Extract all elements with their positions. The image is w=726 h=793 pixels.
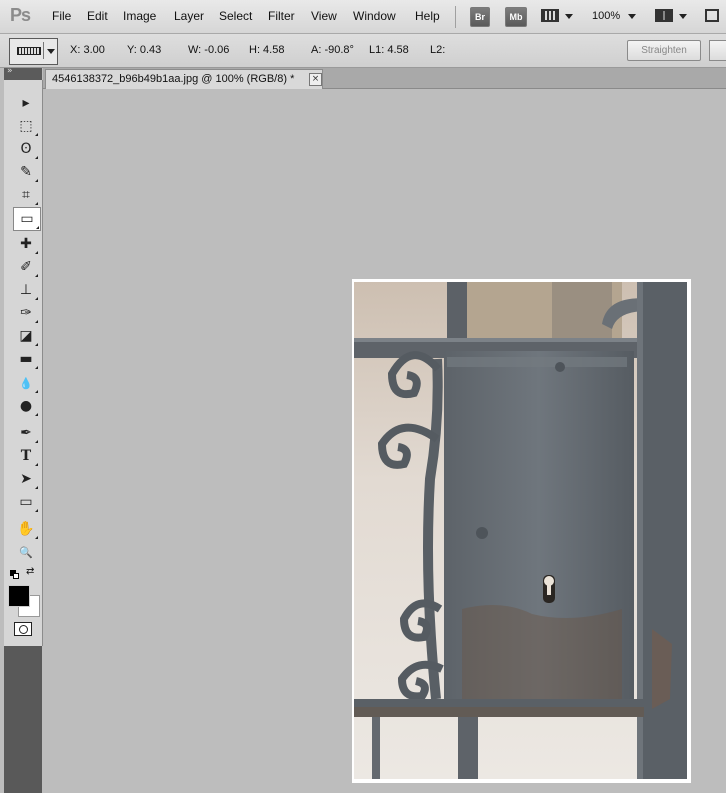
l1-readout: L1: 4.58 (369, 44, 409, 56)
blur-tool-icon: 💧 (19, 377, 33, 390)
menu-layer[interactable]: Layer (174, 9, 204, 23)
clear-button[interactable] (709, 40, 726, 61)
zoom-tool-icon: 🔍 (19, 546, 33, 559)
view-extras-dropdown-icon[interactable] (565, 14, 573, 19)
swap-colors-icon[interactable]: ⇄ (26, 566, 34, 577)
tool-zoom[interactable]: 🔍 (13, 541, 39, 563)
menu-window[interactable]: Window (353, 9, 396, 23)
tool-preset-picker[interactable] (9, 38, 58, 65)
default-colors-icon[interactable] (10, 570, 19, 579)
healing-brush-tool-icon: ✚ (20, 236, 32, 252)
w-readout: W: -0.06 (188, 44, 230, 56)
x-readout: X: 3.00 (70, 44, 105, 56)
dodge-tool-icon: ● (19, 398, 33, 414)
move-tool-icon: ▸ (22, 95, 30, 111)
tool-lasso[interactable]: ʘ (13, 138, 39, 160)
toolbox: ▸ ⬚ ʘ ✎ ⌗ ▭ ✚ ✐ ⊥ ✑ ◪ ▬ 💧 ● ✒ T ➤ ▭ ✋ 🔍 … (4, 80, 43, 646)
crop-tool-icon: ⌗ (22, 187, 30, 203)
quick-mask-icon[interactable] (14, 622, 32, 636)
tool-clone-stamp[interactable]: ⊥ (13, 279, 39, 301)
toolbox-empty-area (4, 646, 42, 793)
menu-help[interactable]: Help (415, 9, 440, 23)
history-brush-tool-icon: ✑ (20, 305, 32, 321)
clone-stamp-tool-icon: ⊥ (19, 282, 33, 298)
arrange-documents-icon[interactable] (655, 9, 673, 22)
tool-pen[interactable]: ✒ (13, 422, 39, 444)
tool-brush[interactable]: ✐ (13, 256, 39, 278)
eraser-tool-icon: ◪ (19, 328, 33, 344)
marquee-tool-icon: ⬚ (19, 118, 33, 134)
tool-marquee[interactable]: ⬚ (13, 115, 39, 137)
canvas-image[interactable] (352, 279, 691, 783)
pen-tool-icon: ✒ (20, 425, 32, 441)
tool-gradient[interactable]: ▬ (13, 348, 39, 370)
straighten-button[interactable]: Straighten (627, 40, 701, 61)
path-selection-tool-icon: ➤ (20, 471, 32, 487)
toolbox-header[interactable]: » (4, 66, 42, 80)
collapse-icon[interactable]: » (7, 66, 13, 76)
menu-filter[interactable]: Filter (268, 9, 295, 23)
tool-move[interactable]: ▸ (13, 92, 39, 114)
menu-view[interactable]: View (311, 9, 337, 23)
close-icon[interactable]: × (309, 73, 322, 86)
tool-history-brush[interactable]: ✑ (13, 302, 39, 324)
tool-quick-selection[interactable]: ✎ (13, 161, 39, 183)
tool-crop[interactable]: ⌗ (13, 184, 39, 206)
separator (455, 6, 456, 28)
photoshop-logo: Ps (10, 5, 31, 25)
ruler-icon (13, 42, 44, 59)
menu-edit[interactable]: Edit (87, 9, 108, 23)
quick-selection-tool-icon: ✎ (20, 164, 32, 180)
h-readout: H: 4.58 (249, 44, 285, 56)
bridge-button[interactable]: Br (470, 7, 490, 27)
gate-lock-photo (352, 279, 691, 783)
hand-tool-icon: ✋ (17, 521, 35, 537)
lasso-tool-icon: ʘ (20, 141, 32, 157)
angle-readout: A: -90.8° (311, 44, 354, 56)
document-title: 4546138372_b96b49b1aa.jpg @ 100% (RGB/8)… (52, 73, 295, 85)
chevron-down-icon (47, 49, 55, 54)
tool-ruler[interactable]: ▭ (13, 207, 41, 231)
type-tool-icon: T (20, 448, 32, 464)
foreground-color-swatch[interactable] (8, 585, 30, 607)
y-readout: Y: 0.43 (127, 44, 162, 56)
gradient-tool-icon: ▬ (19, 351, 33, 367)
l2-readout: L2: (430, 44, 446, 56)
tool-dodge[interactable]: ● (13, 395, 39, 417)
zoom-level[interactable]: 100% (592, 10, 620, 22)
menu-select[interactable]: Select (219, 9, 252, 23)
ruler-tool-icon: ▭ (20, 211, 34, 227)
tool-hand[interactable]: ✋ (13, 518, 39, 540)
menu-file[interactable]: File (52, 9, 71, 23)
zoom-dropdown-icon[interactable] (628, 14, 636, 19)
tool-shape[interactable]: ▭ (13, 491, 39, 513)
tool-healing-brush[interactable]: ✚ (13, 233, 39, 255)
tool-blur[interactable]: 💧 (13, 372, 39, 394)
menu-image[interactable]: Image (123, 9, 156, 23)
brush-tool-icon: ✐ (20, 259, 32, 275)
tool-eraser[interactable]: ◪ (13, 325, 39, 347)
menu-bar: Ps File Edit Image Layer Select Filter V… (0, 0, 726, 34)
screen-mode-icon[interactable] (705, 9, 719, 22)
options-bar: X: 3.00 Y: 0.43 W: -0.06 H: 4.58 A: -90.… (0, 34, 726, 68)
view-extras-icon[interactable] (541, 9, 559, 22)
tool-type[interactable]: T (13, 445, 39, 467)
document-tab[interactable]: 4546138372_b96b49b1aa.jpg @ 100% (RGB/8)… (45, 69, 323, 89)
shape-tool-icon: ▭ (19, 494, 33, 510)
mini-bridge-button[interactable]: Mb (505, 7, 527, 27)
tool-path-selection[interactable]: ➤ (13, 468, 39, 490)
arrange-dropdown-icon[interactable] (679, 14, 687, 19)
